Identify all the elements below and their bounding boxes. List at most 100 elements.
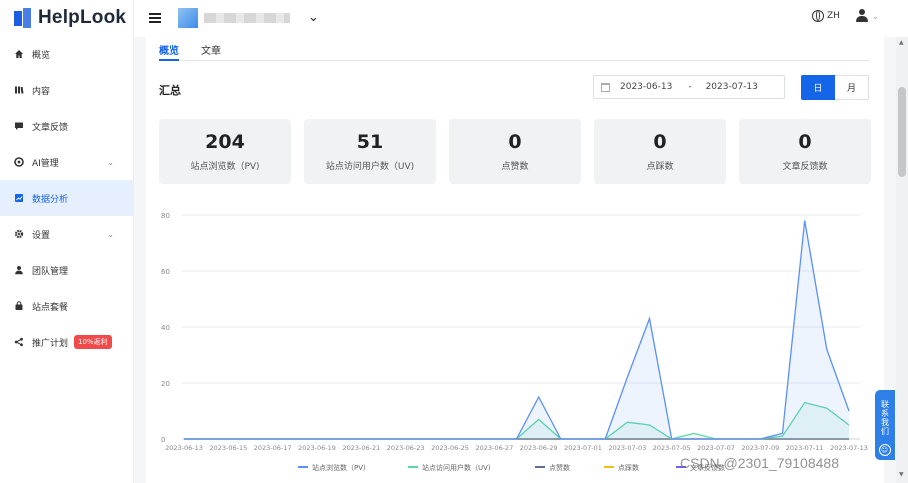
period-month-button[interactable]: 月 bbox=[835, 75, 869, 100]
tab-articles[interactable]: 文章 bbox=[201, 37, 221, 61]
helplook-logo-icon bbox=[14, 8, 32, 28]
tab-overview[interactable]: 概览 bbox=[159, 37, 179, 61]
legend-label: 站点访问用户数（UV) bbox=[422, 463, 491, 472]
series-line bbox=[184, 220, 850, 440]
sidebar-item-label: 文章反馈 bbox=[32, 122, 69, 133]
chart-icon bbox=[13, 193, 24, 204]
date-end[interactable]: 2023-07-13 bbox=[706, 82, 758, 92]
y-tick-label: 80 bbox=[161, 212, 170, 220]
x-tick-label: 2023-07-01 bbox=[564, 444, 602, 452]
book-icon bbox=[13, 85, 24, 96]
stat-card-dislikes: 0 点踩数 bbox=[594, 119, 726, 184]
comment-icon bbox=[13, 121, 24, 132]
scrollbar-thumb[interactable] bbox=[898, 87, 906, 177]
legend-label: 站点浏览数（PV) bbox=[312, 463, 366, 472]
stat-label: 点踩数 bbox=[646, 162, 674, 172]
sidebar-item-ai[interactable]: AI管理 ⌄ bbox=[0, 144, 134, 180]
x-tick-label: 2023-06-15 bbox=[209, 444, 247, 452]
language-label: ZH bbox=[827, 11, 840, 21]
globe-icon bbox=[812, 10, 824, 22]
date-range-picker[interactable]: 2023-06-13 - 2023-07-13 bbox=[593, 75, 785, 99]
sidebar-item-label: 概览 bbox=[32, 50, 51, 61]
logo[interactable]: HelpLook bbox=[14, 6, 126, 30]
contact-us-label: 联系我们 bbox=[880, 400, 890, 436]
chat-bubble-icon: ☺ bbox=[879, 444, 891, 456]
share-icon bbox=[13, 337, 24, 348]
sidebar-item-label: AI管理 bbox=[32, 158, 59, 169]
stat-label: 文章反馈数 bbox=[782, 162, 828, 172]
x-tick-label: 2023-07-13 bbox=[830, 444, 868, 452]
sidebar-item-overview[interactable]: 概览 bbox=[0, 36, 134, 72]
stat-card-pv: 204 站点浏览数（PV) bbox=[159, 119, 291, 184]
app-window: HelpLook 概览 内容 文章反馈 AI管理 ⌄ 数据分析 设置 ⌄ 团队管… bbox=[0, 0, 908, 483]
x-tick-label: 2023-06-19 bbox=[298, 444, 336, 452]
legend-label: 点赞数 bbox=[549, 463, 570, 472]
watermark: CSDN @2301_79108488 bbox=[680, 455, 839, 471]
x-tick-label: 2023-06-21 bbox=[342, 444, 380, 452]
stat-card-feedback: 0 文章反馈数 bbox=[739, 119, 871, 184]
sidebar-item-content[interactable]: 内容 bbox=[0, 72, 134, 108]
x-tick-label: 2023-06-13 bbox=[165, 444, 203, 452]
main-panel: 概览 文章 汇总 2023-06-13 - 2023-07-13 日 月 204… bbox=[146, 37, 884, 483]
sidebar-item-analytics[interactable]: 数据分析 bbox=[0, 180, 134, 216]
stat-card-uv: 51 站点访问用户数（UV) bbox=[304, 119, 436, 184]
sidebar-item-label: 设置 bbox=[32, 230, 51, 241]
home-icon bbox=[13, 49, 24, 60]
sidebar-item-label: 团队管理 bbox=[32, 266, 69, 277]
menu-icon[interactable] bbox=[149, 13, 161, 23]
y-tick-label: 40 bbox=[161, 324, 170, 332]
chevron-down-icon: ⌄ bbox=[107, 229, 114, 239]
y-tick-label: 60 bbox=[161, 268, 170, 276]
sidebar-item-settings[interactable]: 设置 ⌄ bbox=[0, 216, 134, 252]
sidebar-item-plan[interactable]: 站点套餐 bbox=[0, 288, 134, 324]
site-name-blurred[interactable] bbox=[204, 13, 290, 23]
brand-name: HelpLook bbox=[38, 7, 127, 28]
topbar: ⌄ ZH ⌄ bbox=[134, 0, 908, 37]
user-menu[interactable]: ⌄ bbox=[855, 9, 879, 23]
sidebar-item-team[interactable]: 团队管理 bbox=[0, 252, 134, 288]
sidebar-item-feedback[interactable]: 文章反馈 bbox=[0, 108, 134, 144]
legend-label: 点踩数 bbox=[618, 463, 639, 472]
scroll-down-arrow-icon[interactable]: ▼ bbox=[899, 471, 904, 478]
stat-card-likes: 0 点赞数 bbox=[449, 119, 581, 184]
x-tick-label: 2023-06-29 bbox=[520, 444, 558, 452]
bag-icon bbox=[13, 301, 24, 312]
contact-us-float-button[interactable]: 联系我们 ☺ bbox=[875, 390, 895, 460]
sidebar-item-label: 数据分析 bbox=[32, 194, 69, 205]
stat-value: 0 bbox=[798, 131, 812, 153]
series-area bbox=[184, 402, 849, 439]
stat-label: 点赞数 bbox=[501, 162, 529, 172]
sidebar-item-label: 站点套餐 bbox=[32, 302, 69, 313]
stat-value: 0 bbox=[508, 131, 522, 153]
site-logo-thumbnail[interactable] bbox=[178, 8, 198, 28]
stat-label: 站点访问用户数（UV) bbox=[325, 162, 415, 172]
sidebar-item-label: 内容 bbox=[32, 86, 51, 97]
x-tick-label: 2023-06-23 bbox=[387, 444, 425, 452]
date-start[interactable]: 2023-06-13 bbox=[620, 82, 672, 92]
scroll-up-arrow-icon[interactable]: ▲ bbox=[899, 39, 904, 46]
stat-value: 204 bbox=[205, 131, 245, 153]
tab-bar: 概览 文章 bbox=[159, 37, 870, 61]
x-tick-label: 2023-07-05 bbox=[653, 444, 691, 452]
period-day-button[interactable]: 日 bbox=[801, 75, 835, 100]
trend-line-chart: 0 20 40 60 80 2023-06-13 2023-06-15 2023-06-17 2… bbox=[161, 212, 868, 472]
x-tick-label: 2023-06-25 bbox=[431, 444, 469, 452]
site-switcher-chevron-down-icon[interactable]: ⌄ bbox=[308, 10, 319, 25]
series-area bbox=[184, 220, 849, 439]
stat-value: 51 bbox=[356, 131, 384, 153]
page-scrollbar[interactable]: ▲ ▼ bbox=[896, 37, 908, 483]
series-line bbox=[184, 401, 850, 440]
user-avatar-icon bbox=[855, 9, 869, 23]
sidebar: HelpLook 概览 内容 文章反馈 AI管理 ⌄ 数据分析 设置 ⌄ 团队管… bbox=[0, 0, 134, 483]
date-separator: - bbox=[688, 82, 692, 92]
x-tick-label: 2023-07-11 bbox=[786, 444, 824, 452]
sidebar-item-label: 推广计划 bbox=[32, 338, 69, 349]
stat-label: 站点浏览数（PV) bbox=[190, 162, 260, 172]
chevron-down-icon: ⌄ bbox=[872, 11, 879, 21]
sidebar-item-promotion[interactable]: 推广计划 10%返利 bbox=[0, 324, 134, 360]
team-icon bbox=[13, 265, 24, 276]
x-tick-label: 2023-07-07 bbox=[697, 444, 735, 452]
summary-title: 汇总 bbox=[159, 84, 181, 97]
language-switcher[interactable]: ZH bbox=[812, 10, 840, 22]
y-tick-label: 20 bbox=[161, 380, 170, 388]
